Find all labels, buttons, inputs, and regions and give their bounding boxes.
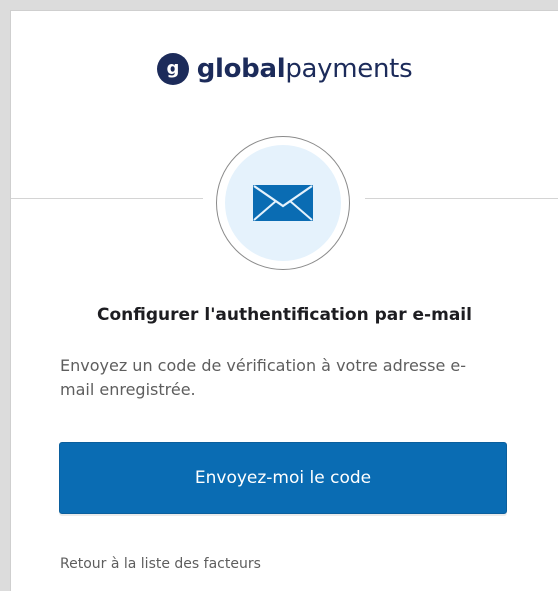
auth-card: g globalpayments Configurer l'authentifi… (10, 10, 558, 591)
factor-beacon (216, 136, 350, 270)
factor-beacon-inner (225, 145, 341, 261)
factor-description: Envoyez un code de vérification à votre … (60, 356, 467, 399)
brand-name: globalpayments (197, 54, 413, 84)
send-code-button[interactable]: Envoyez-moi le code (59, 442, 507, 514)
globalpayments-logo-icon: g (156, 53, 189, 85)
header-divider-right (365, 198, 558, 199)
brand-logo: g globalpayments (11, 53, 558, 85)
svg-text:g: g (166, 58, 179, 79)
brand-name-regular: payments (285, 54, 413, 84)
envelope-icon (253, 185, 313, 221)
brand-name-bold: global (196, 54, 286, 84)
page-title: Configurer l'authentification par e-mail (97, 305, 472, 325)
header-divider-left (11, 198, 203, 199)
back-to-factors-link[interactable]: Retour à la liste des facteurs (60, 556, 261, 572)
